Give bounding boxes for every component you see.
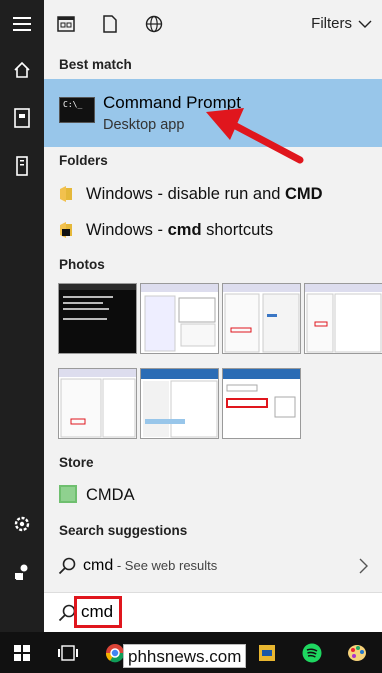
apps-scope-icon[interactable] [44, 0, 88, 48]
suggestion-text: cmd - See web results [83, 557, 218, 574]
spotify-icon[interactable] [300, 632, 324, 673]
photo-thumbnail[interactable] [140, 283, 219, 354]
web-suggestion[interactable]: cmd - See web results [44, 547, 382, 585]
photo-thumbnail[interactable] [58, 283, 137, 354]
store-result[interactable]: CMDA [44, 477, 382, 513]
documents-scope-icon[interactable] [88, 0, 132, 48]
search-input[interactable] [81, 602, 121, 622]
folder-result[interactable]: Windows - cmd shortcuts [44, 212, 382, 248]
task-view-icon[interactable] [54, 632, 82, 673]
notebook-icon[interactable] [0, 96, 44, 140]
chevron-down-icon [358, 20, 372, 28]
folder-result-label: Windows - disable run and CMD [86, 184, 323, 203]
app-icon[interactable] [256, 632, 278, 673]
folder-icon [60, 186, 72, 202]
watermark-text: phhsnews.com [123, 644, 247, 668]
left-rail [0, 0, 44, 632]
best-match-subtitle: Desktop app [103, 117, 185, 133]
folder-result[interactable]: Windows - disable run and CMD [44, 176, 382, 212]
scope-bar: Filters [44, 0, 382, 48]
photo-thumbnail[interactable] [58, 368, 137, 439]
web-scope-icon[interactable] [132, 0, 176, 48]
best-match-heading: Best match [59, 57, 132, 72]
filters-label: Filters [311, 15, 352, 32]
photo-thumbnail[interactable] [140, 368, 219, 439]
paint-icon[interactable] [344, 632, 370, 673]
photo-thumbnail[interactable] [304, 283, 382, 354]
store-result-label: CMDA [86, 485, 135, 504]
user-icon[interactable] [0, 550, 44, 594]
best-match-title: Command Prompt [103, 93, 241, 112]
search-bar [44, 592, 382, 632]
windows-logo-icon[interactable] [8, 632, 36, 673]
home-icon[interactable] [0, 48, 44, 92]
best-match-result[interactable]: C:\_ Command Prompt Desktop app [44, 79, 382, 147]
photos-heading: Photos [59, 257, 105, 272]
store-app-icon [59, 485, 77, 503]
folder-result-label: Windows - cmd shortcuts [86, 220, 274, 239]
photo-thumbnail[interactable] [222, 368, 301, 439]
menu-icon[interactable] [0, 2, 44, 46]
folders-heading: Folders [59, 153, 108, 168]
search-suggestions-heading: Search suggestions [59, 523, 188, 538]
photo-thumbnail[interactable] [222, 283, 301, 354]
settings-icon[interactable] [0, 502, 44, 546]
chevron-right-icon[interactable] [359, 558, 368, 574]
tower-icon[interactable] [0, 144, 44, 188]
folder-shortcut-icon [60, 222, 72, 238]
search-results-panel: Filters Best match C:\_ Command Prompt D… [44, 0, 382, 632]
command-prompt-icon: C:\_ [59, 97, 95, 123]
search-icon [58, 557, 76, 575]
filters-dropdown[interactable]: Filters [311, 15, 372, 32]
store-heading: Store [59, 455, 94, 470]
